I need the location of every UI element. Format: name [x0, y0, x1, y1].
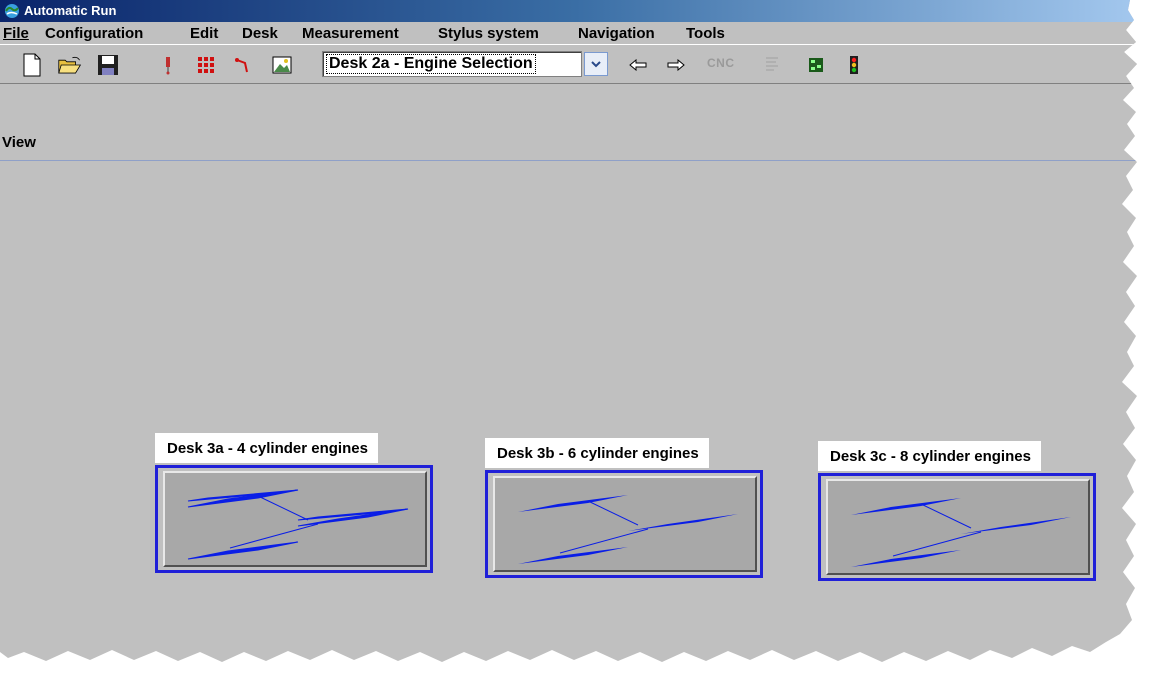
app-icon [4, 3, 20, 19]
desk-3c-label: Desk 3c - 8 cylinder engines [818, 441, 1041, 471]
menu-file-label: File [3, 25, 29, 42]
desk-select[interactable]: Desk 2a - Engine Selection [322, 51, 608, 77]
engine-diagram-icon [851, 498, 1071, 567]
arrow-right-icon[interactable] [664, 53, 688, 77]
menu-bar: File Configuration Edit Desk Measurement… [0, 22, 1137, 44]
view-divider [0, 160, 1137, 161]
chevron-down-icon[interactable] [584, 52, 608, 76]
menu-edit[interactable]: Edit [190, 25, 218, 42]
desk-select-field[interactable]: Desk 2a - Engine Selection [322, 51, 582, 77]
menu-stylus-system[interactable]: Stylus system [438, 25, 539, 42]
path-icon[interactable] [232, 53, 256, 77]
display-icon[interactable] [804, 53, 828, 77]
save-disk-icon[interactable] [96, 53, 120, 77]
open-folder-icon[interactable] [58, 53, 82, 77]
automatic-run-window: Automatic Run File Configuration Edit De… [0, 0, 1137, 662]
engine-diagram-icon [187, 489, 409, 560]
desk-3a-button[interactable] [155, 465, 433, 573]
view-label: View [2, 134, 36, 151]
arrow-left-icon[interactable] [626, 53, 650, 77]
window-title: Automatic Run [24, 3, 117, 18]
traffic-light-icon[interactable] [842, 53, 866, 77]
menu-measurement[interactable]: Measurement [302, 25, 399, 42]
desk-3a-label: Desk 3a - 4 cylinder engines [155, 433, 378, 463]
probe-icon[interactable] [156, 53, 180, 77]
view-bar: View [0, 126, 1137, 161]
desk-select-value: Desk 2a - Engine Selection [326, 54, 536, 74]
desk-3b-button[interactable] [485, 470, 763, 578]
title-bar[interactable]: Automatic Run [0, 0, 1137, 22]
menu-file[interactable]: File [3, 25, 29, 42]
menu-navigation[interactable]: Navigation [578, 25, 655, 42]
picture-icon[interactable] [270, 53, 294, 77]
cnc-button[interactable]: CNC [707, 56, 735, 70]
menu-tools[interactable]: Tools [686, 25, 725, 42]
menu-configuration[interactable]: Configuration [45, 25, 143, 42]
list-icon[interactable] [760, 53, 784, 77]
menu-desk[interactable]: Desk [242, 25, 278, 42]
point-grid-icon[interactable] [194, 53, 218, 77]
engine-diagram-icon [518, 495, 738, 564]
new-document-icon[interactable] [20, 53, 44, 77]
desk-3b-label: Desk 3b - 6 cylinder engines [485, 438, 709, 468]
toolbar: Desk 2a - Engine Selection CNC [0, 44, 1137, 84]
desk-3c-button[interactable] [818, 473, 1096, 581]
